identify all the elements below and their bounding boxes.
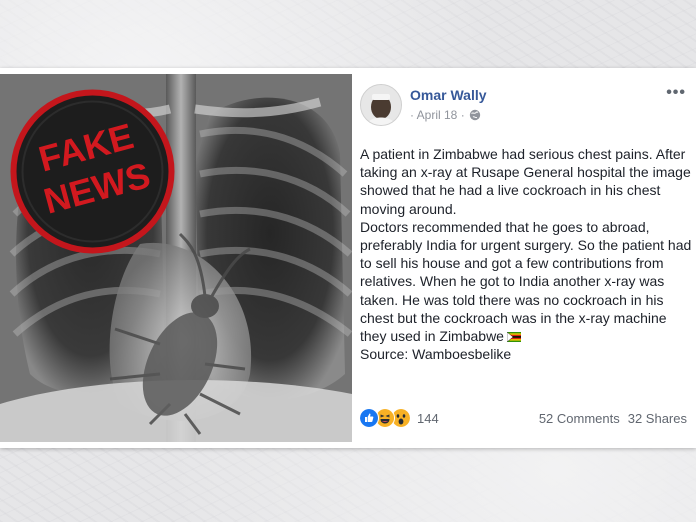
post-text: A patient in Zimbabwe had serious chest … (360, 145, 692, 363)
post-meta: · April 18 · (410, 108, 481, 122)
author-avatar[interactable] (360, 84, 402, 126)
post-date[interactable]: · April 18 · (410, 108, 465, 122)
globe-icon[interactable] (469, 109, 481, 121)
avatar-image (361, 85, 401, 125)
post-content-panel: Omar Wally · April 18 · ••• A patient in… (352, 68, 696, 448)
xray-image[interactable]: FAKE NEWS (0, 74, 352, 442)
comments-count-link[interactable]: 52 Comments (539, 411, 620, 426)
post-paragraph-2: Doctors recommended that he goes to abro… (360, 218, 692, 345)
more-options-icon[interactable]: ••• (666, 84, 686, 102)
post-source: Source: Wamboesbelike (360, 346, 512, 363)
reactions-summary[interactable]: 144 (359, 408, 439, 428)
reactions-count: 144 (417, 410, 439, 426)
fake-news-stamp: FAKE NEWS (10, 89, 175, 254)
post-paragraph-2-text: Doctors recommended that he goes to abro… (360, 218, 692, 345)
like-icon (359, 408, 379, 428)
zimbabwe-flag-icon (506, 332, 521, 343)
engagement-counts: 52 Comments 32 Shares (539, 411, 687, 426)
author-name-link[interactable]: Omar Wally (410, 87, 487, 103)
facebook-post-card: FAKE NEWS Omar Wally · April 18 · ••• A … (0, 68, 696, 448)
post-paragraph-1: A patient in Zimbabwe had serious chest … (360, 146, 691, 217)
shares-count-link[interactable]: 32 Shares (628, 411, 687, 426)
